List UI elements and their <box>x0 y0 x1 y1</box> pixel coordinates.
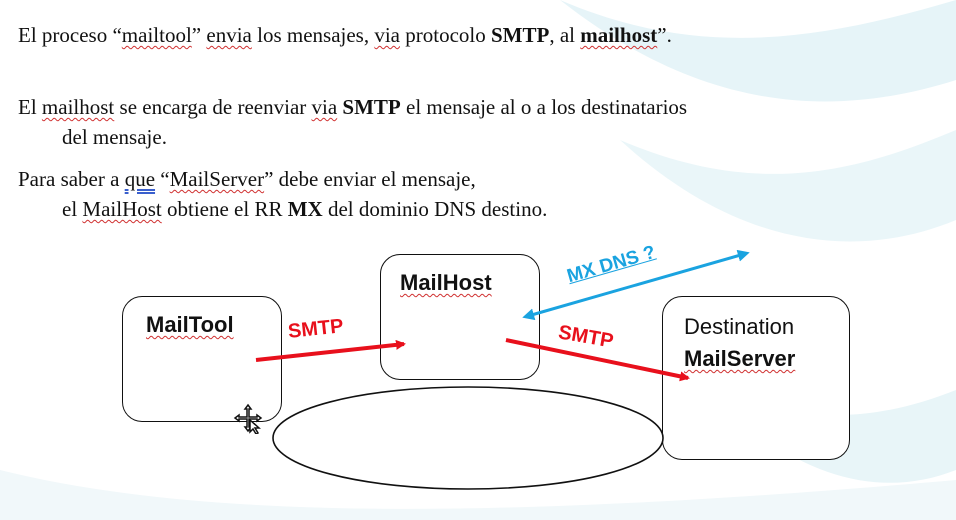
mail-flow-diagram: MailTool MailHost Destination MailServer… <box>0 0 956 520</box>
arrows-layer <box>255 249 750 382</box>
smtp-arrow-mailtool-to-mailhost <box>255 339 406 362</box>
move-cursor-icon <box>233 403 263 434</box>
